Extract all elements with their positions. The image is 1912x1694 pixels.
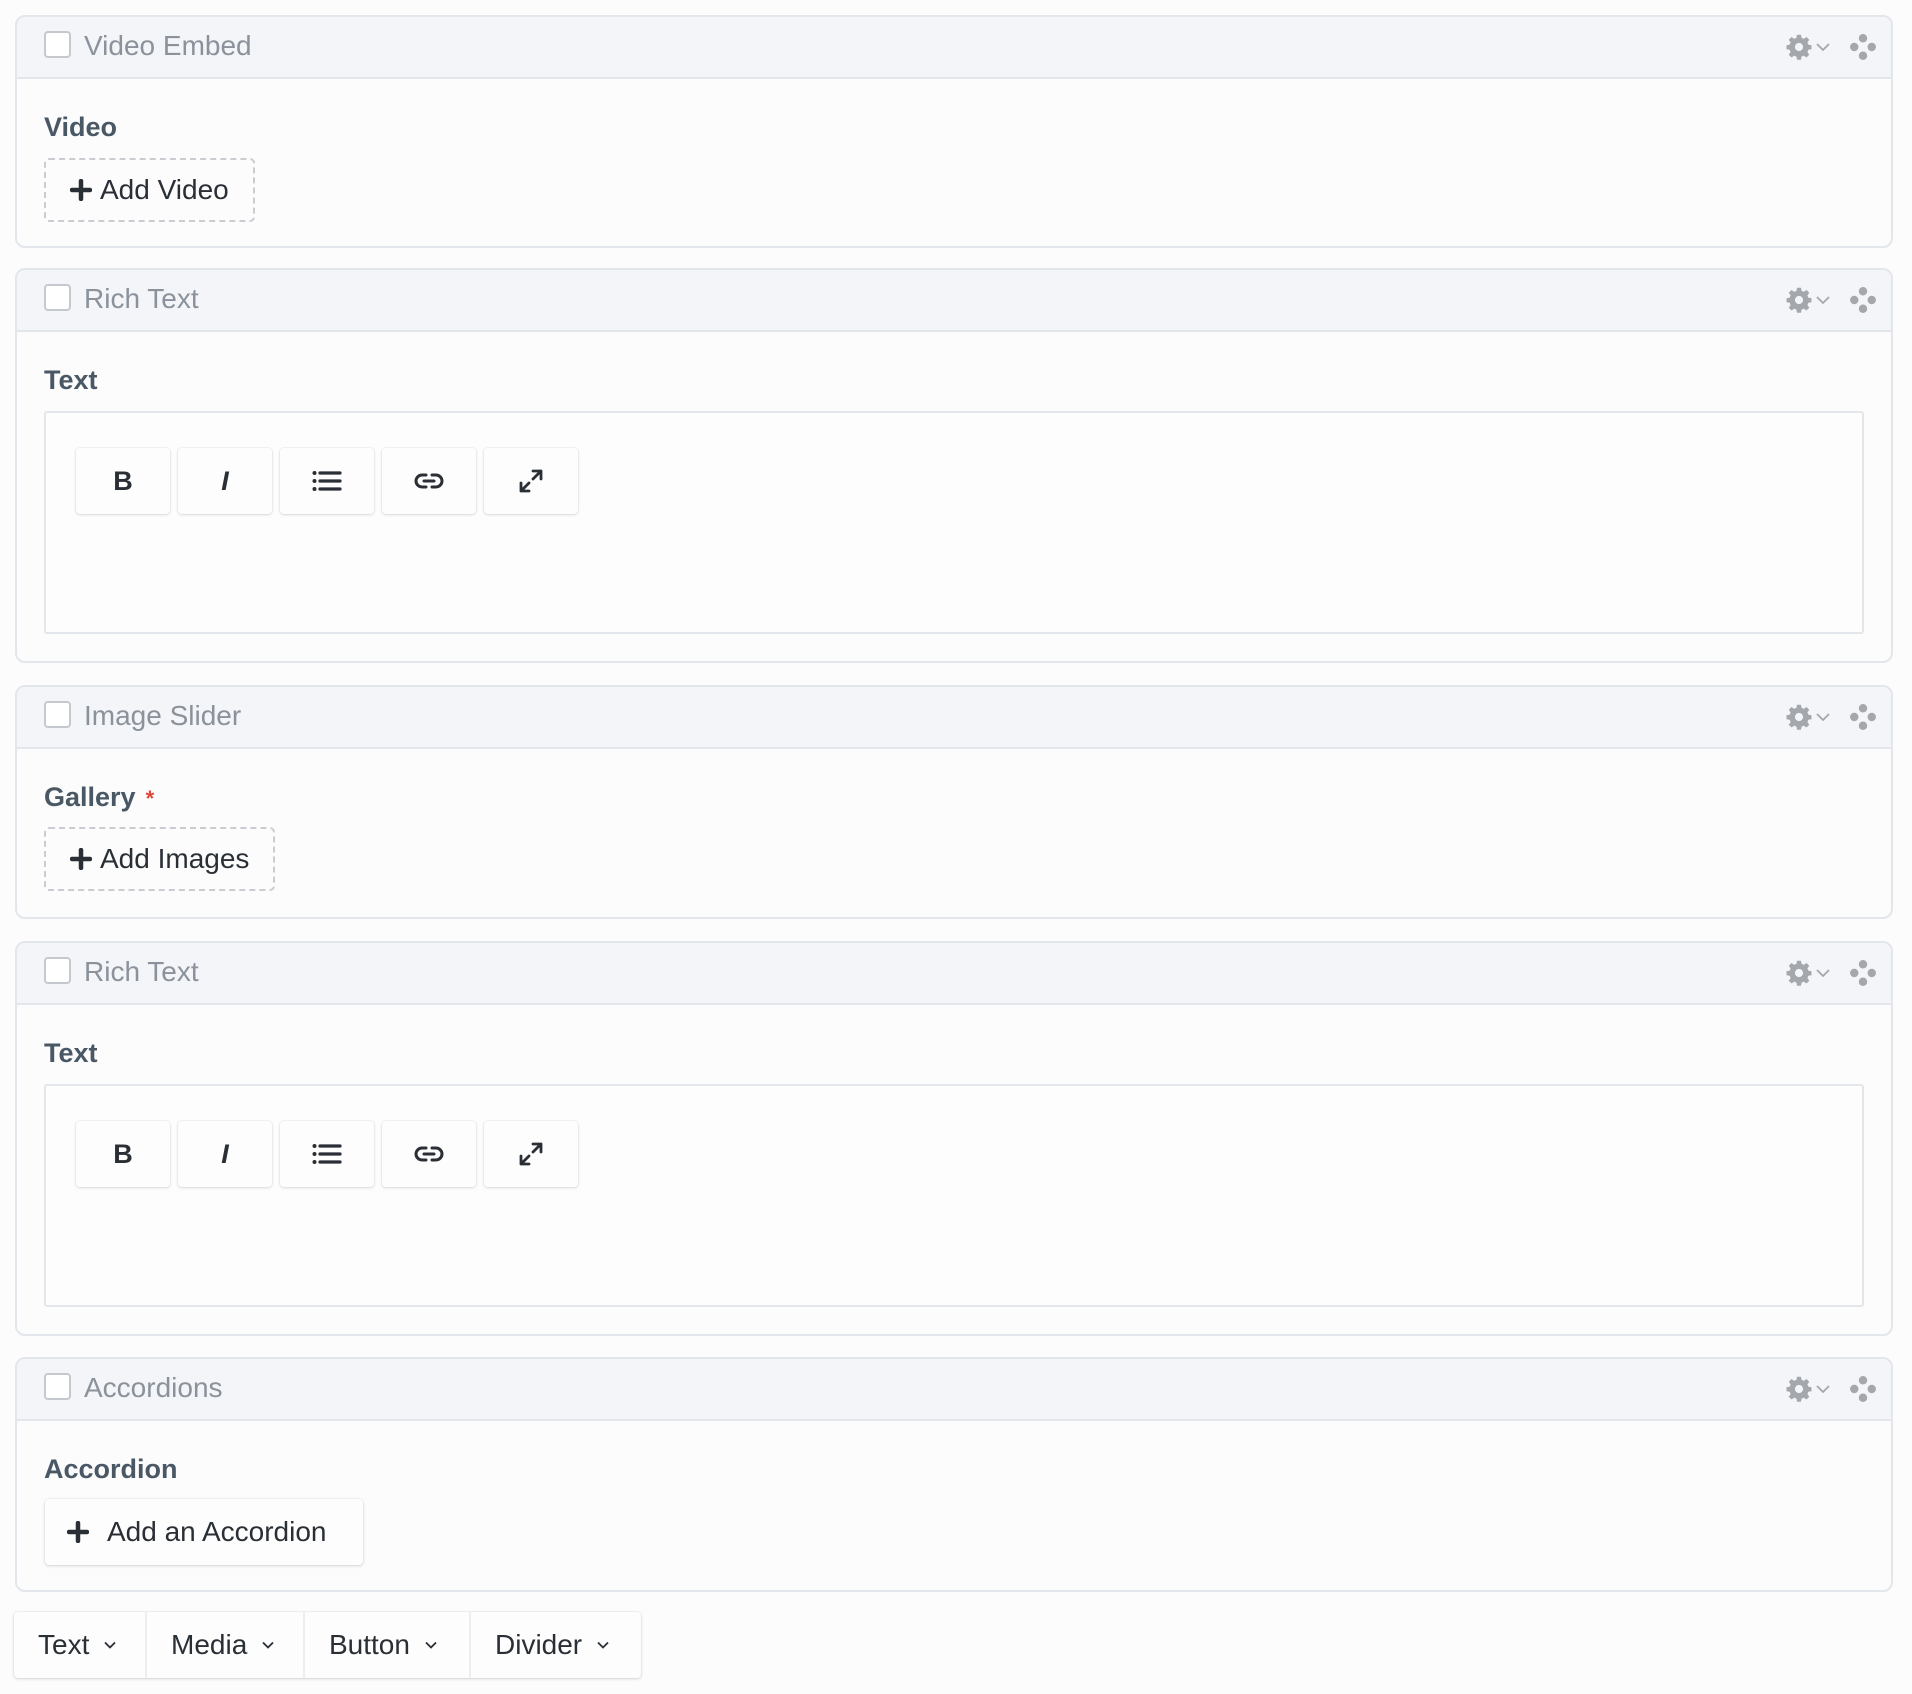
block-title: Rich Text <box>84 283 199 314</box>
add-images-button[interactable]: Add Images <box>44 827 276 891</box>
italic-icon: I <box>221 1138 229 1169</box>
add-text-block-dropdown[interactable]: Text <box>14 1612 147 1678</box>
drag-handle-icon[interactable] <box>1849 959 1877 987</box>
fullscreen-icon <box>518 1141 544 1167</box>
block-title: Video Embed <box>84 30 252 61</box>
editor-toolbar: B I <box>76 1121 578 1187</box>
dropdown-label: Divider <box>495 1629 583 1660</box>
block-header: Rich Text <box>17 270 1891 332</box>
rich-text-editor[interactable]: B I <box>44 1084 1864 1307</box>
block-header: Image Slider <box>17 687 1891 749</box>
block-select-checkbox[interactable] <box>44 1373 71 1400</box>
italic-button[interactable]: I <box>178 448 272 514</box>
block-title: Accordions <box>84 1372 223 1403</box>
block-video-embed: Video Embed Video Add Video <box>15 15 1893 248</box>
gear-icon[interactable] <box>1785 286 1813 314</box>
dropdown-label: Media <box>171 1629 248 1660</box>
drag-handle-icon[interactable] <box>1849 33 1877 61</box>
list-button[interactable] <box>280 1121 374 1187</box>
editor-toolbar: B I <box>76 448 578 514</box>
block-rich-text: Rich Text Text B I <box>15 941 1893 1336</box>
link-button[interactable] <box>382 448 476 514</box>
field-label: Text <box>44 365 98 395</box>
chevron-down-icon[interactable] <box>1815 1383 1831 1395</box>
required-marker: * <box>145 785 155 811</box>
drag-handle-icon[interactable] <box>1849 703 1877 731</box>
dropdown-label: Text <box>38 1629 90 1660</box>
block-title: Image Slider <box>84 700 242 731</box>
fullscreen-button[interactable] <box>484 448 578 514</box>
block-header: Video Embed <box>17 17 1891 79</box>
block-select-checkbox[interactable] <box>44 284 71 311</box>
link-button[interactable] <box>382 1121 476 1187</box>
bold-button[interactable]: B <box>76 1121 170 1187</box>
chevron-down-icon[interactable] <box>1815 967 1831 979</box>
chevron-down-icon[interactable] <box>1815 711 1831 723</box>
bold-icon: B <box>113 1138 133 1169</box>
block-select-checkbox[interactable] <box>44 701 71 728</box>
block-header: Rich Text <box>17 943 1891 1005</box>
block-accordions: Accordions Accordion Add an Accordion <box>15 1357 1893 1592</box>
block-header: Accordions <box>17 1359 1891 1421</box>
chevron-down-icon <box>261 1640 275 1650</box>
block-title: Rich Text <box>84 956 199 987</box>
chevron-down-icon <box>103 1640 117 1650</box>
gear-icon[interactable] <box>1785 959 1813 987</box>
block-rich-text: Rich Text Text B I <box>15 268 1893 663</box>
fullscreen-button[interactable] <box>484 1121 578 1187</box>
link-icon <box>414 1144 444 1164</box>
list-button[interactable] <box>280 448 374 514</box>
gear-icon[interactable] <box>1785 33 1813 61</box>
chevron-down-icon <box>424 1640 438 1650</box>
plus-icon <box>70 848 92 870</box>
gear-icon[interactable] <box>1785 1375 1813 1403</box>
block-select-checkbox[interactable] <box>44 31 71 58</box>
dropdown-label: Button <box>329 1629 410 1660</box>
plus-icon <box>67 1521 89 1543</box>
plus-icon <box>70 179 92 201</box>
drag-handle-icon[interactable] <box>1849 286 1877 314</box>
list-icon <box>312 1143 342 1165</box>
add-video-label: Add Video <box>100 174 229 205</box>
add-divider-block-dropdown[interactable]: Divider <box>471 1612 641 1678</box>
drag-handle-icon[interactable] <box>1849 1375 1877 1403</box>
add-button-block-dropdown[interactable]: Button <box>305 1612 471 1678</box>
gear-icon[interactable] <box>1785 703 1813 731</box>
field-label: Accordion <box>44 1454 178 1484</box>
add-video-button[interactable]: Add Video <box>44 158 255 222</box>
field-label-text: Gallery <box>44 782 136 812</box>
add-accordion-button[interactable]: Add an Accordion <box>45 1499 363 1565</box>
bold-button[interactable]: B <box>76 448 170 514</box>
chevron-down-icon[interactable] <box>1815 41 1831 53</box>
add-accordion-label: Add an Accordion <box>107 1516 327 1547</box>
list-icon <box>312 470 342 492</box>
bold-icon: B <box>113 465 133 496</box>
field-label: Gallery * <box>44 782 154 813</box>
block-select-checkbox[interactable] <box>44 957 71 984</box>
field-label: Text <box>44 1038 98 1068</box>
italic-icon: I <box>221 465 229 496</box>
field-label: Video <box>44 112 118 142</box>
add-block-bar: Text Media Button Divider <box>14 1612 641 1678</box>
rich-text-editor[interactable]: B I <box>44 411 1864 634</box>
italic-button[interactable]: I <box>178 1121 272 1187</box>
add-media-block-dropdown[interactable]: Media <box>147 1612 305 1678</box>
link-icon <box>414 471 444 491</box>
chevron-down-icon <box>596 1640 610 1650</box>
fullscreen-icon <box>518 468 544 494</box>
block-image-slider: Image Slider Gallery * Add Images <box>15 685 1893 919</box>
chevron-down-icon[interactable] <box>1815 294 1831 306</box>
add-images-label: Add Images <box>100 843 250 874</box>
